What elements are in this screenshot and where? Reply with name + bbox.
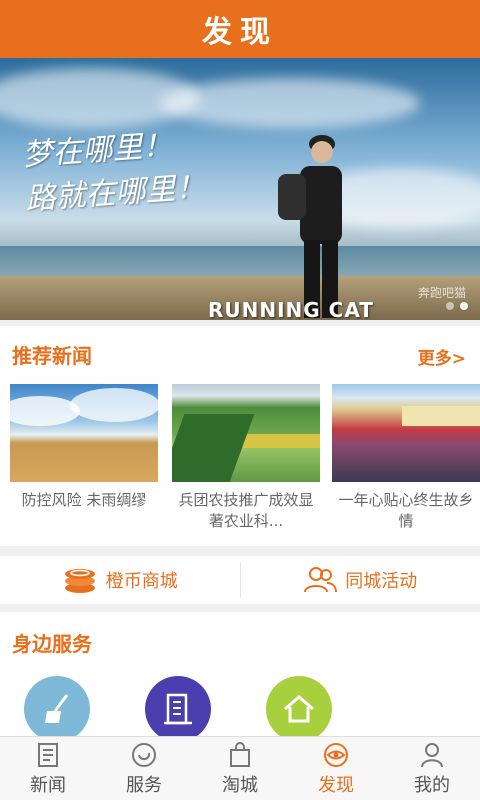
news-card[interactable]: 兵团农技推广成效显著农业科... bbox=[172, 384, 320, 532]
news-card[interactable]: 防控风险 未雨绸缪 bbox=[10, 384, 158, 511]
cleaning-service-button[interactable] bbox=[24, 676, 90, 738]
news-header: 推荐新闻 更多> bbox=[0, 326, 480, 378]
newspaper-icon bbox=[38, 742, 58, 767]
news-headline: 一年心贴心终生故乡情 bbox=[338, 491, 474, 530]
banner-watermark: 奔跑吧猫 bbox=[417, 286, 466, 300]
news-thumbnail-crowd bbox=[332, 384, 480, 482]
news-card[interactable]: 一年心贴心终生故乡情 bbox=[332, 384, 480, 532]
tab-profile[interactable]: 我的 bbox=[384, 737, 480, 800]
news-headline: 兵团农技推广成效显著农业科... bbox=[178, 491, 314, 530]
tab-news[interactable]: 新闻 bbox=[0, 737, 96, 800]
nearby-services-section: 身边服务 bbox=[0, 612, 480, 738]
banner-sea bbox=[0, 246, 480, 278]
tab-profile-label: 我的 bbox=[414, 774, 450, 796]
tab-services-label: 服务 bbox=[126, 774, 162, 796]
services-section-title: 身边服务 bbox=[12, 632, 92, 656]
quick-links-bar: 橙币商城 同城活动 bbox=[0, 556, 480, 604]
city-events-button[interactable]: 同城活动 bbox=[241, 556, 480, 604]
tab-shop-label: 淘城 bbox=[222, 774, 258, 796]
carousel-indicator bbox=[446, 302, 468, 310]
city-events-label: 同城活动 bbox=[345, 571, 418, 592]
news-headline: 防控风险 未雨绸缪 bbox=[21, 491, 147, 509]
coin-mall-label: 橙币商城 bbox=[105, 571, 178, 592]
banner-cloud bbox=[160, 78, 420, 128]
tab-discover-label: 发现 bbox=[318, 774, 354, 796]
house-icon bbox=[284, 695, 314, 723]
coin-stack-icon bbox=[64, 569, 95, 593]
news-section-title: 推荐新闻 bbox=[12, 344, 92, 368]
bottom-tab-bar: 新闻 服务 淘城 发现 我的 bbox=[0, 736, 480, 800]
building-icon bbox=[164, 693, 192, 725]
page-title: 发现 bbox=[202, 15, 278, 50]
people-icon bbox=[304, 567, 338, 593]
app-header: 发现 bbox=[0, 0, 480, 58]
carousel-dot[interactable] bbox=[446, 302, 454, 310]
news-thumbnail-farmland bbox=[172, 384, 320, 482]
user-icon bbox=[421, 742, 443, 767]
recommended-news-section: 推荐新闻 更多> 防控风险 未雨绸缪 兵团农技推广成效显著农业科... 一年心贴… bbox=[0, 326, 480, 546]
banner-slogan: 梦在哪里！ 路就在哪里！ bbox=[21, 122, 207, 222]
housing-service-button[interactable] bbox=[266, 676, 332, 738]
carousel-dot-active[interactable] bbox=[460, 302, 468, 310]
coin-mall-button[interactable]: 橙币商城 bbox=[0, 556, 240, 604]
banner-carousel[interactable]: 梦在哪里！ 路就在哪里！ RUNNING CAT 奔跑吧猫 bbox=[0, 58, 480, 320]
news-more-link[interactable]: 更多> bbox=[418, 344, 466, 369]
tab-discover[interactable]: 发现 bbox=[288, 737, 384, 800]
tab-news-label: 新闻 bbox=[30, 774, 66, 796]
news-thumbnail-wheat-field bbox=[10, 384, 158, 482]
building-service-button[interactable] bbox=[145, 676, 211, 738]
broom-icon bbox=[45, 694, 69, 723]
eye-icon bbox=[324, 742, 348, 767]
service-icon bbox=[132, 742, 156, 767]
tab-services[interactable]: 服务 bbox=[96, 737, 192, 800]
banner-person-image bbox=[278, 135, 342, 318]
shopping-bag-icon bbox=[230, 741, 250, 767]
tab-shop[interactable]: 淘城 bbox=[192, 737, 288, 800]
banner-caption: RUNNING CAT bbox=[208, 298, 374, 320]
